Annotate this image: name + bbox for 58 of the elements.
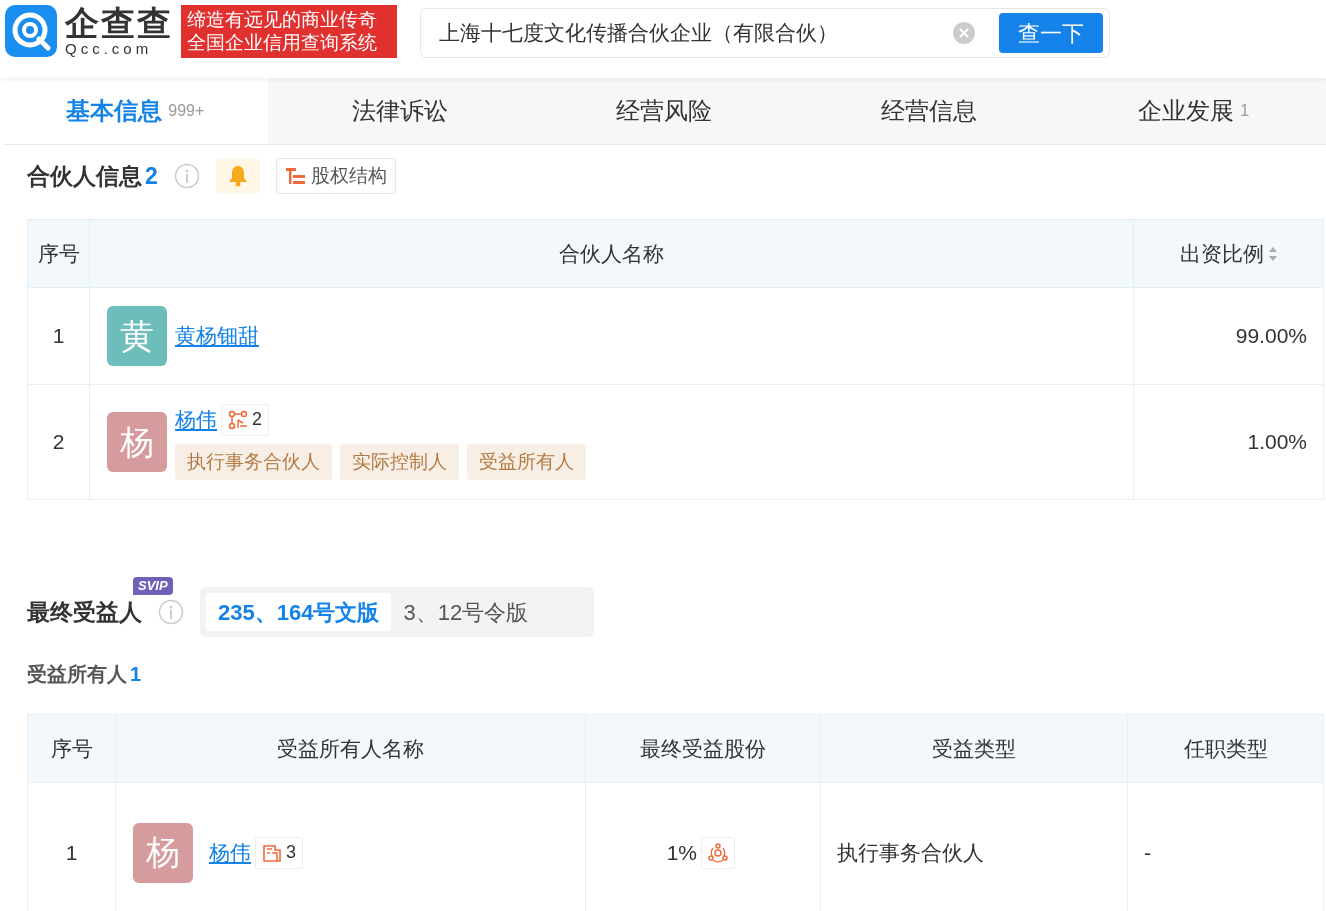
row-number: 2 xyxy=(52,430,65,454)
section-title: 合伙人信息 xyxy=(27,161,142,191)
avatar: 黄 xyxy=(107,306,167,366)
row-number: 1 xyxy=(65,840,78,864)
column-header: 序号 xyxy=(50,736,93,760)
nav-tab[interactable]: 经营信息 xyxy=(796,78,1062,144)
beneficiary-name-link[interactable]: 杨伟 xyxy=(209,836,251,869)
column-header: 受益类型 xyxy=(932,736,1016,760)
partner-name-link[interactable]: 杨伟 xyxy=(175,404,217,436)
column-header: 任职类型 xyxy=(1183,736,1268,760)
section-title: 最终受益人 xyxy=(27,598,142,625)
building-icon xyxy=(262,842,282,863)
row-number: 1 xyxy=(52,324,65,348)
clear-icon[interactable] xyxy=(953,22,975,44)
role-tag: 实际控制人 xyxy=(340,443,459,481)
section-count: 1 xyxy=(130,662,142,687)
share-text: 1% xyxy=(666,839,697,866)
logo-icon xyxy=(5,5,57,57)
equity-chart-button[interactable] xyxy=(701,836,735,869)
nav-tab[interactable]: 法律诉讼 xyxy=(267,78,533,144)
network-icon xyxy=(708,842,728,863)
sort-icon[interactable] xyxy=(1267,245,1278,262)
company-count-button[interactable]: 3 xyxy=(255,836,303,869)
avatar: 杨 xyxy=(133,822,193,883)
ratio-text: 99.00% xyxy=(1235,324,1307,348)
structure-icon xyxy=(284,166,307,186)
nav-tab[interactable]: 企业发展 1 xyxy=(1061,78,1326,144)
column-header: 最终受益股份 xyxy=(640,736,766,760)
avatar: 杨 xyxy=(107,412,167,472)
column-header: 受益所有人名称 xyxy=(277,736,424,760)
version-tab[interactable]: 3、12号令版 xyxy=(391,593,541,631)
column-header: 出资比例 xyxy=(1179,240,1264,267)
role-tag: 受益所有人 xyxy=(467,443,586,481)
subsection-title: 受益所有人 xyxy=(27,662,127,687)
role-tag: 执行事务合伙人 xyxy=(175,443,332,481)
column-header: 序号 xyxy=(38,241,80,265)
logo-domain: Qcc.com xyxy=(65,41,154,56)
column-header: 合伙人名称 xyxy=(559,241,664,265)
nav-tab[interactable]: 基本信息 999+ xyxy=(3,78,268,144)
ratio-text: 1.00% xyxy=(1247,430,1307,454)
search-button[interactable]: 查一下 xyxy=(999,13,1103,53)
partner-name-link[interactable]: 黄杨钿甜 xyxy=(175,320,259,352)
section-count: 2 xyxy=(145,161,158,191)
bell-button[interactable] xyxy=(215,159,260,193)
info-icon[interactable] xyxy=(158,599,184,625)
logo-text: 企查查 xyxy=(65,5,173,41)
benefit-type-text: 执行事务合伙人 xyxy=(837,840,984,864)
svip-badge: SVIP xyxy=(133,576,173,595)
search-field[interactable]: 上海十七度文化传播合伙企业（有限合伙） 查一下 xyxy=(420,8,1110,58)
slogan-banner: 缔造有远见的商业传奇 全国企业信用查询系统 xyxy=(181,5,397,58)
position-type-text: - xyxy=(1144,840,1151,864)
relation-icon xyxy=(228,409,248,430)
related-count-button[interactable]: 2 xyxy=(221,403,269,436)
bell-icon xyxy=(227,165,248,187)
nav-tab[interactable]: 经营风险 xyxy=(532,78,797,144)
version-tab[interactable]: 235、164号文版 xyxy=(206,593,392,631)
info-icon[interactable] xyxy=(173,163,200,189)
equity-structure-button[interactable]: 股权结构 xyxy=(275,158,396,194)
